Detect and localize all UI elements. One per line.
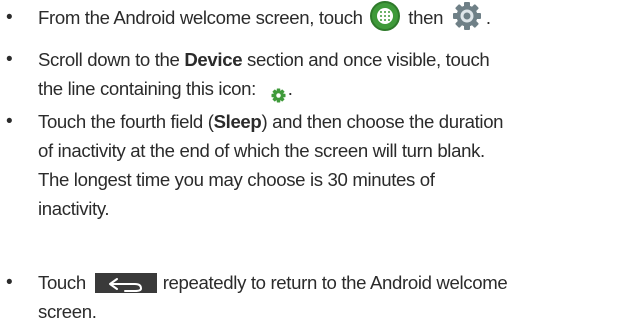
bullet-marker: • bbox=[6, 111, 13, 132]
step-text: Touch bbox=[38, 272, 91, 293]
sleep-field-label: Sleep bbox=[213, 111, 262, 132]
device-section-label: Device bbox=[184, 49, 243, 70]
step-text: The longest time you may choose is 30 mi… bbox=[38, 169, 435, 190]
step-text: . bbox=[287, 78, 293, 99]
list-item-text: From the Android welcome screen, touch t… bbox=[38, 1, 634, 32]
step-text: section and once visible, touch bbox=[242, 49, 490, 70]
step-text: the line containing this icon: bbox=[38, 78, 261, 99]
step-text: of inactivity at the end of which the sc… bbox=[38, 140, 485, 161]
bullet-marker: • bbox=[6, 49, 13, 70]
apps-icon bbox=[370, 1, 401, 32]
step-text: inactivity. bbox=[38, 198, 110, 219]
step-text: From the Android welcome screen, touch bbox=[38, 7, 368, 28]
step-text: repeatedly to return to the Android welc… bbox=[162, 272, 508, 293]
bullet-marker: • bbox=[6, 7, 13, 28]
list-item-text: Touch repeatedly to return to the Androi… bbox=[38, 268, 634, 326]
list-item-text: Touch the fourth field (Sleep) and then … bbox=[38, 107, 634, 223]
bullet-marker: • bbox=[6, 272, 13, 293]
back-arrow-icon bbox=[94, 273, 157, 294]
step-text: . bbox=[485, 7, 491, 28]
settings-gear-icon bbox=[271, 82, 286, 103]
settings-gear-icon bbox=[452, 1, 482, 31]
step-text: Touch the fourth field ( bbox=[38, 111, 214, 132]
step-text: then bbox=[403, 7, 448, 28]
step-text: ) and then choose the duration bbox=[261, 111, 504, 132]
step-text: screen. bbox=[38, 301, 97, 322]
step-text: Scroll down to the bbox=[38, 49, 185, 70]
list-item-text: Scroll down to the Device section and on… bbox=[38, 45, 634, 103]
